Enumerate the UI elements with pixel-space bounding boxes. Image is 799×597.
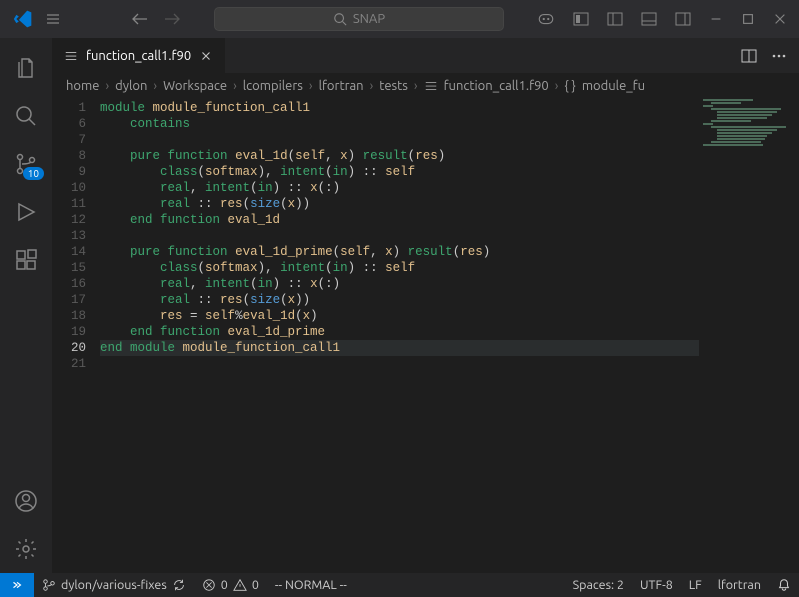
breadcrumb-seg[interactable]: function_call1.f90	[444, 79, 549, 93]
close-icon[interactable]	[769, 8, 791, 30]
layout-sidebar-left-icon[interactable]	[603, 7, 627, 31]
warning-count: 0	[252, 578, 259, 592]
search-icon	[333, 12, 347, 26]
extensions-icon[interactable]	[0, 236, 52, 284]
scm-badge: 10	[23, 167, 44, 180]
warning-icon	[233, 578, 247, 592]
hamburger-menu[interactable]	[38, 11, 68, 27]
encoding[interactable]: UTF-8	[632, 578, 681, 592]
sync-icon[interactable]	[172, 578, 186, 592]
git-branch[interactable]: dylon/various-fixes	[34, 578, 194, 592]
tab-label: function_call1.f90	[86, 49, 191, 63]
breadcrumb-seg[interactable]: home	[66, 79, 99, 93]
vim-mode: -- NORMAL --	[267, 578, 355, 592]
account-icon[interactable]	[0, 477, 52, 525]
file-icon	[424, 79, 438, 93]
layout-sidebar-right-icon[interactable]	[671, 7, 695, 31]
notifications-bell-icon[interactable]	[769, 578, 799, 592]
breadcrumb[interactable]: home› dylon› Workspace› lcompilers› lfor…	[52, 74, 799, 98]
line-number-gutter: 16789101112131415161718192021	[52, 98, 100, 573]
tab-function-call1[interactable]: function_call1.f90	[52, 38, 226, 73]
explorer-icon[interactable]	[0, 44, 52, 92]
editor-group: function_call1.f90 home› dylon› Workspac…	[52, 38, 799, 573]
fortran-file-icon	[64, 49, 78, 63]
language-mode[interactable]: lfortran	[710, 578, 769, 592]
titlebar-right-icons	[533, 6, 791, 32]
vscode-logo	[8, 9, 38, 29]
layout-panel-bottom-icon[interactable]	[637, 7, 661, 31]
error-icon	[202, 578, 216, 592]
tab-bar: function_call1.f90	[52, 38, 799, 74]
code-editor[interactable]: 16789101112131415161718192021 module mod…	[52, 98, 799, 573]
split-editor-icon[interactable]	[741, 48, 757, 64]
breadcrumb-seg[interactable]: module_fu	[582, 79, 645, 93]
branch-name: dylon/various-fixes	[61, 578, 167, 592]
status-bar: dylon/various-fixes 0 0 -- NORMAL -- Spa…	[0, 573, 799, 597]
activity-bar: 10	[0, 38, 52, 573]
maximize-icon[interactable]	[737, 8, 759, 30]
titlebar: SNAP	[0, 0, 799, 38]
breadcrumb-seg[interactable]: lcompilers	[243, 79, 303, 93]
command-center-search[interactable]: SNAP	[214, 7, 504, 31]
minimap[interactable]	[699, 98, 799, 573]
breadcrumb-seg[interactable]: dylon	[115, 79, 147, 93]
back-arrow-icon[interactable]	[128, 7, 152, 31]
minimize-icon[interactable]	[705, 8, 727, 30]
tab-close-icon[interactable]	[199, 49, 213, 63]
braces-icon: { }	[564, 79, 575, 93]
nav-arrows	[128, 7, 184, 31]
code-content[interactable]: module module_function_call1 contains pu…	[100, 98, 799, 573]
source-control-icon[interactable]: 10	[0, 140, 52, 188]
error-count: 0	[221, 578, 228, 592]
breadcrumb-seg[interactable]: lfortran	[319, 79, 364, 93]
settings-gear-icon[interactable]	[0, 525, 52, 573]
layout-panel-icon[interactable]	[569, 7, 593, 31]
copilot-icon[interactable]	[533, 6, 559, 32]
eol[interactable]: LF	[681, 578, 710, 592]
remote-indicator[interactable]	[0, 573, 34, 597]
indentation[interactable]: Spaces: 2	[565, 578, 632, 592]
forward-arrow-icon[interactable]	[160, 7, 184, 31]
more-actions-icon[interactable]	[771, 48, 787, 64]
problems[interactable]: 0 0	[194, 578, 267, 592]
breadcrumb-seg[interactable]: Workspace	[163, 79, 227, 93]
search-placeholder: SNAP	[353, 12, 385, 26]
search-activity-icon[interactable]	[0, 92, 52, 140]
breadcrumb-seg[interactable]: tests	[379, 79, 408, 93]
run-debug-icon[interactable]	[0, 188, 52, 236]
